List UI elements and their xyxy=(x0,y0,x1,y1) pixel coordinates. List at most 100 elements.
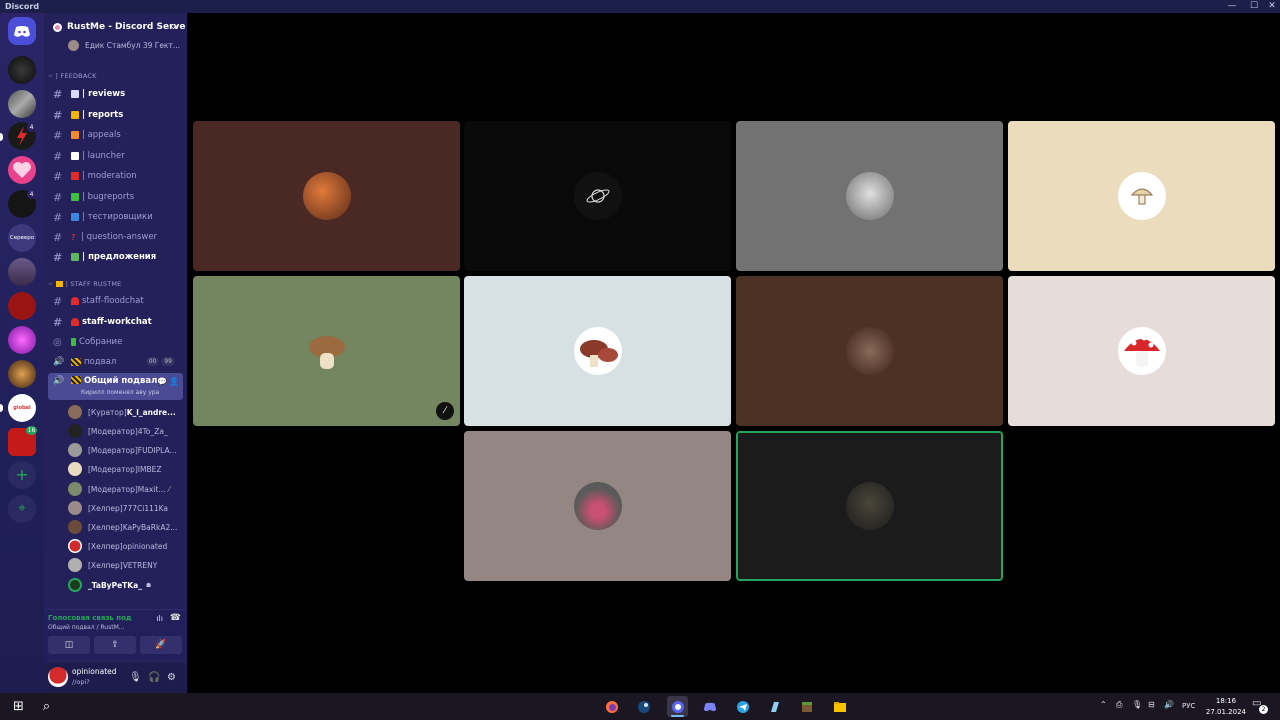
channel-launcher[interactable]: # | launcher xyxy=(48,147,183,165)
speaker-icon: 🔊 xyxy=(53,357,65,367)
category-staff[interactable]: ⌵ | STAFF RUSTME xyxy=(48,278,183,290)
member-item[interactable]: Едик Стамбул 39 Гект... xyxy=(68,38,183,52)
avatar xyxy=(845,327,894,375)
tray-chevron-up-icon[interactable]: ⌃ xyxy=(1100,700,1107,709)
participant-tile[interactable] xyxy=(193,121,460,271)
server-icon-2[interactable] xyxy=(8,90,36,118)
chat-icon[interactable]: 💬 xyxy=(157,377,167,386)
chevron-down-icon: ⌵ xyxy=(48,72,53,79)
category-feedback[interactable]: ⌵ | FEEDBACK xyxy=(48,70,183,82)
channel-staff-floodchat[interactable]: # staff-floodchat xyxy=(48,292,183,310)
participant-tile[interactable] xyxy=(736,121,1003,271)
channel-label: | appeals xyxy=(82,130,121,140)
invite-icon[interactable]: 👤 xyxy=(169,377,179,386)
tray-app-icon[interactable]: ⎙ xyxy=(1116,700,1122,710)
channel-label: | reviews xyxy=(82,89,126,99)
discord-icon[interactable] xyxy=(699,696,720,717)
participant-tile[interactable]: ⁄ xyxy=(193,276,460,426)
server-icon-1[interactable] xyxy=(8,56,36,84)
server-icon-4[interactable] xyxy=(8,156,36,184)
windows-start-icon[interactable]: ⊞ xyxy=(8,696,29,717)
member-role: [Куратор] xyxy=(88,407,127,417)
voice-member[interactable]: [Хелпер] opinionated xyxy=(68,537,183,555)
language-indicator[interactable]: РУС xyxy=(1182,702,1195,710)
voice-member[interactable]: [Куратор] K_l_andre... xyxy=(68,403,183,421)
unread-badge: 4 xyxy=(27,190,36,199)
channel-bugreports[interactable]: # | bugreports xyxy=(48,188,183,206)
system-clock[interactable]: 18:16 27.01.2024 xyxy=(1206,696,1246,718)
server-icon-6[interactable] xyxy=(8,258,36,286)
voice-member[interactable]: [Хелпер] KaPyBaRkA2... xyxy=(68,518,183,536)
channel-reports[interactable]: # | reports xyxy=(48,106,183,124)
minecraft-icon[interactable] xyxy=(796,696,817,717)
member-role: [Хелпер] xyxy=(88,541,123,551)
barrier-icon xyxy=(71,358,81,366)
channel-moderation[interactable]: # | moderation xyxy=(48,167,183,185)
home-button[interactable] xyxy=(8,17,36,45)
file-explorer-icon[interactable] xyxy=(829,696,850,717)
channel-staff-workchat[interactable]: # staff-workchat xyxy=(48,313,183,331)
participant-tile[interactable] xyxy=(1008,121,1275,271)
participant-tile[interactable] xyxy=(464,431,731,581)
notes-app-icon[interactable] xyxy=(764,696,785,717)
close-button[interactable]: ✕ xyxy=(1262,0,1280,13)
add-server-button[interactable]: + xyxy=(8,461,36,489)
discord-logo-icon xyxy=(14,25,30,37)
channel-label: Собрание xyxy=(79,337,123,347)
firefox-icon[interactable] xyxy=(601,696,622,717)
server-icon-global[interactable]: global xyxy=(8,394,36,422)
voice-member[interactable]: [Модератор] FUDIPLA... xyxy=(68,441,183,459)
volume-icon[interactable]: 🔊 xyxy=(1164,700,1174,709)
user-name[interactable]: opinionated xyxy=(72,667,117,676)
screen-share-button[interactable]: ⇪ xyxy=(94,636,136,654)
disconnect-icon[interactable]: ☎ xyxy=(170,613,181,623)
channel-label: staff-floodchat xyxy=(82,296,144,306)
channel-question-answer[interactable]: #? | question-answer xyxy=(48,228,183,246)
server-icon-8[interactable] xyxy=(8,326,36,354)
voice-member[interactable]: [Хелпер] VETRENY xyxy=(68,556,183,574)
channel-reviews[interactable]: # | reviews xyxy=(48,85,183,103)
voice-member[interactable]: [Модератор] 4To_Za_ xyxy=(68,422,183,440)
member-name: Maxit... xyxy=(137,484,166,494)
voice-member[interactable]: [Модератор] Maxit... ⁄ xyxy=(68,480,183,498)
noise-suppression-icon[interactable]: ılı xyxy=(156,614,163,623)
participant-tile[interactable] xyxy=(464,276,731,426)
tray-mic-icon[interactable]: 🎙 xyxy=(1132,700,1142,709)
participant-tile[interactable] xyxy=(736,276,1003,426)
network-icon[interactable]: ⊟ xyxy=(1148,700,1155,709)
server-header[interactable]: RustMe - Discord Serve ⌵ xyxy=(44,13,187,41)
participant-tile[interactable] xyxy=(1008,276,1275,426)
maximize-button[interactable]: ☐ xyxy=(1244,0,1264,13)
mic-icon[interactable]: 🎙 xyxy=(129,672,142,683)
voice-channel-active[interactable]: 🔊 Общий подвал Кирилл поменял аву ура 💬 … xyxy=(48,373,183,400)
telegram-icon[interactable] xyxy=(732,696,753,717)
channel-suggestions[interactable]: # | предложения xyxy=(48,248,183,266)
avatar xyxy=(68,539,82,553)
headset-icon[interactable]: 🎧 xyxy=(148,672,160,683)
explore-servers-button[interactable]: ⌖ xyxy=(8,495,36,523)
channel-appeals[interactable]: # | appeals xyxy=(48,126,183,144)
discord-canary-icon[interactable] xyxy=(667,696,688,717)
user-avatar[interactable] xyxy=(48,667,68,687)
voice-member[interactable]: _TaByPeTKa_ ☗ xyxy=(68,576,183,594)
voice-status-title[interactable]: Голосовая связь под xyxy=(48,614,132,622)
participant-tile[interactable] xyxy=(464,121,731,271)
channel-stage-meeting[interactable]: ◎ Собрание xyxy=(48,333,183,351)
minimize-button[interactable]: — xyxy=(1222,0,1242,13)
voice-member[interactable]: [Хелпер] 777Ci111Ka xyxy=(68,499,183,517)
steam-icon[interactable] xyxy=(633,696,654,717)
voice-member[interactable]: [Модератор] IMBEZ xyxy=(68,460,183,478)
camera-button[interactable]: ◫ xyxy=(48,636,90,654)
server-icon-9[interactable] xyxy=(8,360,36,388)
voice-channel-basement[interactable]: 🔊 подвал 00 99 xyxy=(48,353,183,371)
participant-tile-speaking[interactable] xyxy=(736,431,1003,581)
server-icon-7[interactable] xyxy=(8,292,36,320)
search-icon[interactable]: ⌕ xyxy=(36,696,57,717)
activity-button[interactable]: 🚀 xyxy=(140,636,182,654)
settings-gear-icon[interactable]: ⚙ xyxy=(167,672,176,683)
channel-label: | reports xyxy=(82,110,124,120)
channel-testers[interactable]: # | тестировщики xyxy=(48,208,183,226)
server-icon-servers[interactable]: Серверо xyxy=(8,224,36,252)
barrier-icon xyxy=(71,376,81,384)
voice-status-subtitle[interactable]: Общий подвал / RustM... xyxy=(48,624,125,631)
